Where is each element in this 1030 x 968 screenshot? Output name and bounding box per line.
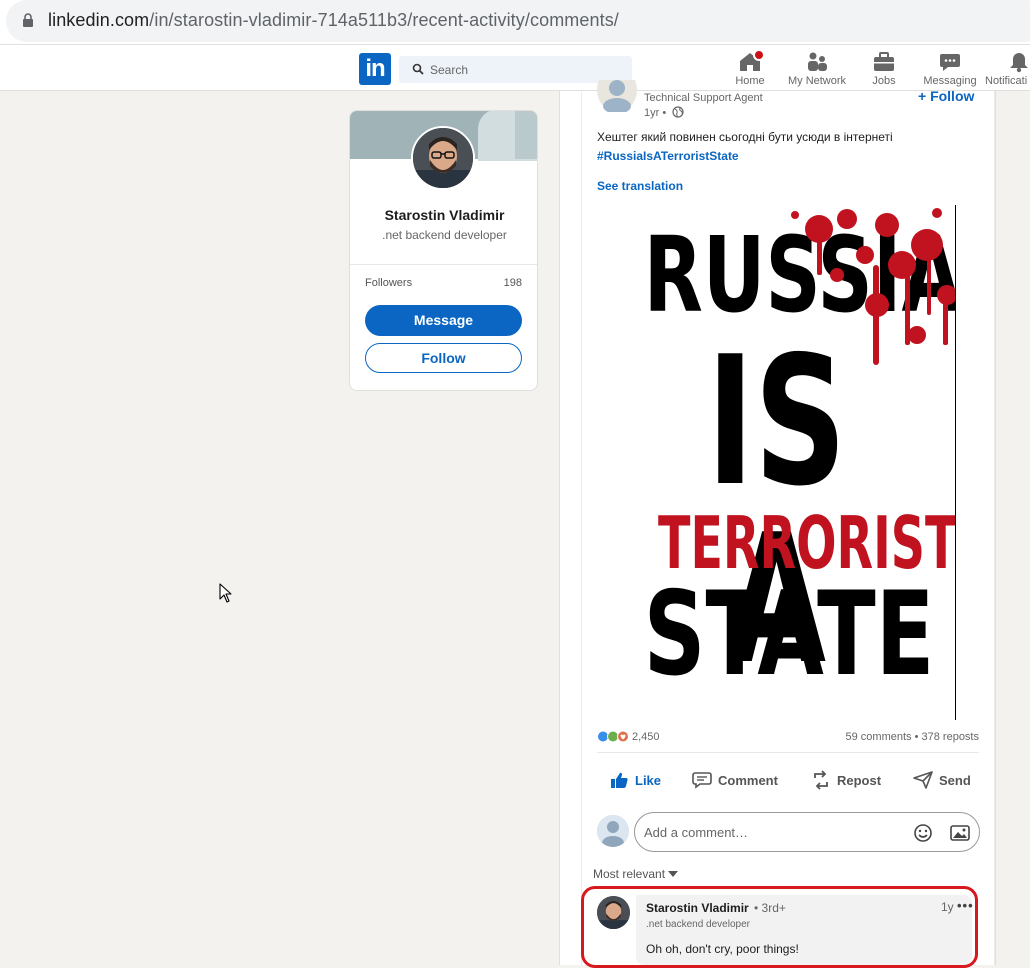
messaging-icon [940, 54, 960, 71]
repost-icon [814, 770, 828, 790]
top-navbar: in Home My Network Jobs Me [0, 44, 1030, 91]
like-button[interactable]: Like [609, 766, 661, 794]
post-hashtag[interactable]: #RussiaIsATerroristState [597, 149, 739, 163]
search-icon [412, 63, 424, 75]
post-text: Хештег який повинен сьогодні бути усюди … [597, 130, 893, 144]
profile-headline: .net backend developer [382, 228, 507, 242]
notification-badge [753, 49, 765, 61]
repost-label: Repost [837, 772, 882, 788]
post-author-avatar[interactable] [597, 80, 637, 112]
reaction-icons[interactable] [597, 730, 631, 743]
caret-down-icon [668, 871, 679, 877]
repost-button[interactable]: Repost [811, 766, 881, 794]
followers-count: 198 [503, 277, 522, 289]
browser-address-bar: linkedin.com/in/starostin-vladimir-714a5… [0, 0, 1030, 44]
nav-my-network-label: My Network [787, 75, 847, 87]
image-icon[interactable] [950, 824, 970, 842]
lock-icon [23, 13, 33, 27]
post-follow-button[interactable]: + Follow [918, 88, 974, 104]
nav-notifications[interactable]: Notificati [985, 51, 1030, 91]
post-time: 1yr • [644, 107, 667, 119]
followers-label: Followers [365, 277, 413, 289]
like-label: Like [635, 772, 662, 788]
comments-reposts-count[interactable]: 59 comments • 378 reposts [846, 731, 979, 743]
poster-line-4: STATE [643, 567, 935, 702]
briefcase-icon [874, 52, 894, 71]
url-text[interactable]: linkedin.com/in/starostin-vladimir-714a5… [48, 10, 619, 31]
nav-messaging[interactable]: Messaging [922, 51, 978, 91]
divider [350, 264, 537, 265]
divider [597, 752, 979, 753]
network-icon [808, 52, 827, 71]
follow-button[interactable]: Follow [365, 343, 522, 373]
blood-splatter [791, 208, 955, 365]
nav-jobs[interactable]: Jobs [869, 51, 899, 91]
send-button[interactable]: Send [913, 766, 971, 794]
mouse-cursor-icon [219, 583, 232, 603]
profile-card: Starostin Vladimir .net backend develope… [349, 110, 538, 391]
cover-decoration-2 [515, 111, 537, 159]
send-icon [913, 771, 933, 789]
comment-button[interactable]: Comment [692, 766, 778, 794]
nav-jobs-label: Jobs [872, 75, 896, 87]
nav-my-network[interactable]: My Network [786, 51, 848, 91]
highlight-outline [581, 886, 978, 968]
nav-home[interactable]: Home [733, 49, 767, 91]
post-image[interactable]: RUSSIA IS A TERRORIST STATE [597, 205, 956, 720]
send-label: Send [939, 772, 971, 788]
globe-icon [672, 106, 684, 118]
sort-label: Most relevant [593, 867, 666, 881]
message-button[interactable]: Message [365, 305, 522, 336]
comment-input[interactable] [644, 822, 904, 842]
emoji-icon[interactable] [913, 823, 933, 843]
thumbs-up-icon [611, 772, 628, 788]
reaction-count[interactable]: 2,450 [632, 731, 660, 743]
sort-dropdown[interactable]: Most relevant [593, 867, 679, 881]
search-bar[interactable] [399, 56, 632, 83]
post-author-subtitle: Technical Support Agent [644, 92, 763, 104]
profile-avatar[interactable] [411, 126, 475, 190]
linkedin-logo[interactable]: in [359, 53, 391, 85]
comment-icon [692, 772, 712, 789]
comment-label: Comment [718, 772, 778, 788]
profile-name[interactable]: Starostin Vladimir [350, 207, 537, 223]
bell-icon [1010, 53, 1028, 73]
add-comment-box[interactable] [634, 812, 980, 852]
nav-home-label: Home [735, 75, 765, 87]
nav-notifications-label: Notificati [985, 75, 1028, 87]
nav-messaging-label: Messaging [923, 75, 977, 87]
see-translation-link[interactable]: See translation [597, 179, 683, 193]
search-input[interactable] [430, 60, 625, 80]
current-user-avatar [597, 815, 629, 847]
